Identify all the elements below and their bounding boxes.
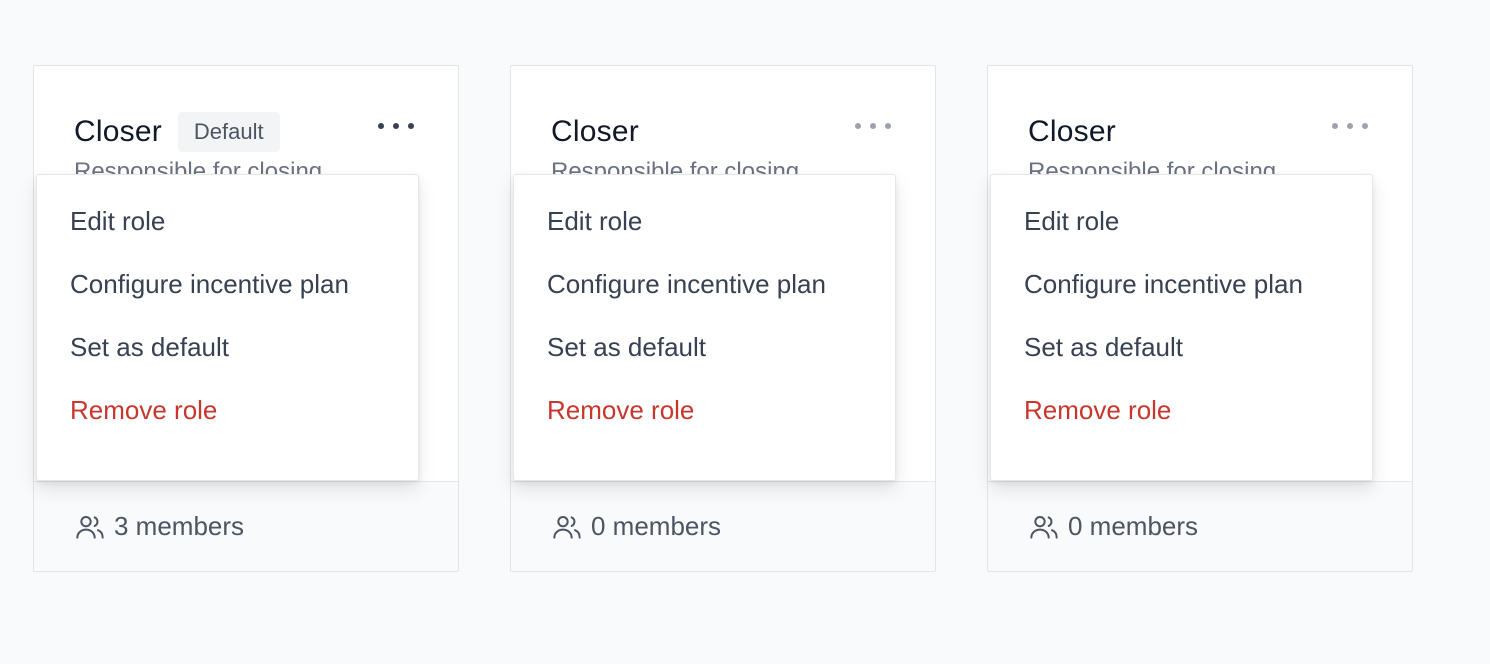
menu-item-remove-role[interactable]: Remove role (991, 374, 1372, 446)
menu-item-edit-role[interactable]: Edit role (37, 185, 418, 257)
menu-item-remove-role[interactable]: Remove role (514, 374, 895, 446)
role-title: Closer (1028, 115, 1116, 148)
role-card-footer: 0 members (511, 481, 935, 571)
role-card-header: Closer (551, 112, 639, 152)
members-count: 3 members (114, 511, 245, 541)
members-count: 0 members (1068, 511, 1199, 541)
users-icon (74, 511, 106, 543)
menu-item-set-as-default[interactable]: Set as default (37, 311, 418, 383)
more-horizontal-icon (855, 123, 861, 129)
menu-item-configure-incentive-plan[interactable]: Configure incentive plan (514, 248, 895, 320)
more-horizontal-icon (1332, 123, 1338, 129)
menu-item-configure-incentive-plan[interactable]: Configure incentive plan (37, 248, 418, 320)
menu-item-set-as-default[interactable]: Set as default (991, 311, 1372, 383)
more-options-button[interactable] (1332, 114, 1368, 138)
menu-item-set-as-default[interactable]: Set as default (514, 311, 895, 383)
role-card-footer: 3 members (34, 481, 458, 571)
role-title: Closer (551, 115, 639, 148)
menu-item-configure-incentive-plan[interactable]: Configure incentive plan (991, 248, 1372, 320)
members-count: 0 members (591, 511, 722, 541)
role-actions-menu: Edit role Configure incentive plan Set a… (990, 174, 1373, 481)
more-horizontal-icon (378, 123, 384, 129)
role-card-header: Closer (1028, 112, 1116, 152)
more-options-button[interactable] (378, 114, 414, 138)
role-card-footer: 0 members (988, 481, 1412, 571)
users-icon (551, 511, 583, 543)
menu-item-edit-role[interactable]: Edit role (514, 185, 895, 257)
more-options-button[interactable] (855, 114, 891, 138)
menu-item-edit-role[interactable]: Edit role (991, 185, 1372, 257)
users-icon (1028, 511, 1060, 543)
default-badge: Default (177, 112, 280, 152)
roles-board: Closer Default Responsible for closing 3… (0, 0, 1490, 664)
role-actions-menu: Edit role Configure incentive plan Set a… (36, 174, 419, 481)
role-actions-menu: Edit role Configure incentive plan Set a… (513, 174, 896, 481)
role-title: Closer (74, 115, 162, 148)
role-card-header: Closer Default (74, 112, 280, 152)
menu-item-remove-role[interactable]: Remove role (37, 374, 418, 446)
